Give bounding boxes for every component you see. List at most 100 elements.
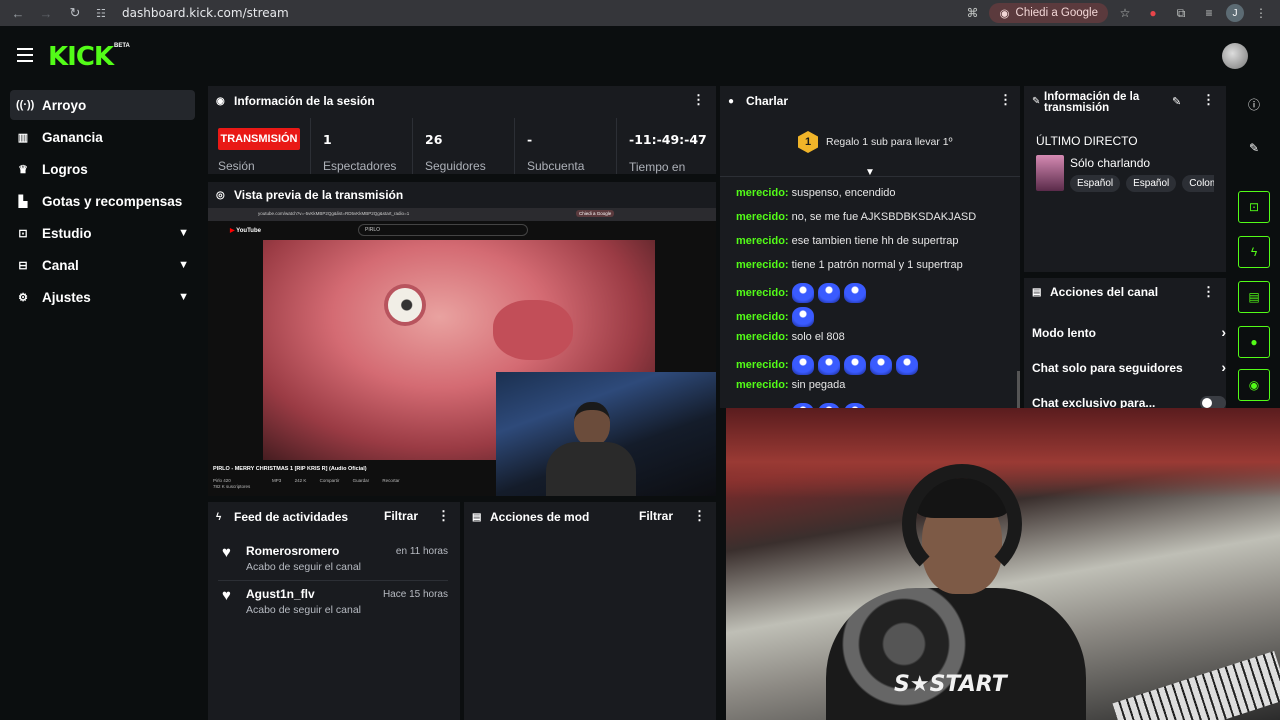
site-settings-icon[interactable]: ☷ bbox=[96, 7, 112, 20]
broadcast-icon[interactable]: ◉ bbox=[1238, 369, 1270, 401]
followers-value: 26 bbox=[425, 132, 443, 147]
url-text: dashboard.kick.com/stream bbox=[122, 6, 289, 20]
sidebar-item-label: Logros bbox=[42, 161, 88, 177]
edit-pencil-icon[interactable]: ✎ bbox=[1238, 132, 1270, 164]
feed-item-name[interactable]: Agust1n_flv bbox=[246, 587, 315, 601]
address-bar[interactable]: ☷ dashboard.kick.com/stream bbox=[96, 2, 936, 24]
hamburger-menu-icon[interactable] bbox=[17, 48, 33, 62]
lightning-icon: ϟ bbox=[216, 511, 222, 523]
chat-username[interactable]: merecido: bbox=[736, 235, 789, 247]
chat-message[interactable]: merecido: ese tambien tiene hh de supertr… bbox=[736, 235, 959, 247]
back-icon[interactable]: ← bbox=[5, 0, 31, 26]
chat-message[interactable]: merecido: bbox=[736, 283, 870, 303]
chat-bubble-icon[interactable]: ● bbox=[1238, 326, 1270, 358]
beta-badge: BETA bbox=[114, 43, 130, 49]
tag[interactable]: Español bbox=[1126, 175, 1177, 192]
embedded-browser-bar: youtube.com/watch?v=-5vKkMBP2Qg&list=RD5… bbox=[208, 208, 716, 221]
chat-message[interactable]: merecido: bbox=[736, 355, 922, 375]
session-info-title: ◉ Información de la sesión bbox=[216, 94, 375, 108]
user-avatar[interactable] bbox=[1222, 43, 1248, 69]
chat-username[interactable]: merecido: bbox=[736, 311, 789, 323]
ask-google-button[interactable]: ◉ Chiedi a Google bbox=[989, 3, 1108, 23]
subs-label: Subcuenta bbox=[527, 159, 585, 173]
chat-username[interactable]: merecido: bbox=[736, 287, 789, 299]
chat-emote bbox=[895, 355, 918, 375]
feed-item-name[interactable]: Romerosromero bbox=[246, 544, 339, 558]
media-icon[interactable]: ≡ bbox=[1198, 2, 1220, 24]
mod-actions-panel: ▤ Acciones de mod Filtrar ⋮ bbox=[464, 502, 716, 720]
chat-username[interactable]: merecido: bbox=[736, 359, 789, 371]
chevron-down-icon: ▼ bbox=[178, 291, 189, 303]
ask-google-label: Chiedi a Google bbox=[1015, 7, 1098, 19]
edit-pencil-icon[interactable]: ✎ bbox=[1172, 95, 1181, 108]
sub-gift-goal[interactable]: 1 Regalo 1 sub para llevar 1º bbox=[798, 131, 952, 153]
chat-message[interactable]: merecido: bbox=[736, 307, 818, 327]
slow-mode-label: Modo lento bbox=[1032, 326, 1096, 340]
followers-only-label: Chat solo para seguidores bbox=[1032, 361, 1183, 375]
chat-username[interactable]: merecido: bbox=[736, 259, 789, 271]
chat-username[interactable]: merecido: bbox=[736, 331, 789, 343]
more-options-icon[interactable]: ⋮ bbox=[437, 508, 450, 524]
sidebar-item-label: Ajustes bbox=[42, 289, 91, 305]
sidebar-item-ganancia[interactable]: ▥ Ganancia bbox=[10, 122, 195, 152]
more-options-icon[interactable]: ⋮ bbox=[693, 508, 706, 524]
mod-filter-button[interactable]: Filtrar bbox=[639, 509, 673, 523]
chat-message[interactable]: merecido: suspenso, encendido bbox=[736, 187, 896, 199]
chat-message[interactable]: merecido: tiene 1 patrón normal y 1 super… bbox=[736, 259, 963, 271]
chat-message[interactable]: merecido: sin pegada bbox=[736, 379, 845, 391]
followers-only-row[interactable]: Chat solo para seguidores › bbox=[1032, 359, 1226, 377]
sidebar-item-gotas[interactable]: ▙ Gotas y recompensas bbox=[10, 186, 195, 216]
exclusive-chat-row[interactable]: Chat exclusivo para... bbox=[1032, 396, 1226, 408]
forward-icon[interactable]: → bbox=[33, 0, 59, 26]
exclusive-chat-toggle[interactable] bbox=[1200, 396, 1226, 408]
camera-preview-icon[interactable]: ⊡ bbox=[1238, 191, 1270, 223]
chat-username[interactable]: merecido: bbox=[736, 211, 789, 223]
tag[interactable]: Colombia bbox=[1182, 175, 1214, 192]
bookmark-star-icon[interactable]: ☆ bbox=[1114, 2, 1136, 24]
chart-icon: ▥ bbox=[17, 131, 29, 144]
kick-logo[interactable]: KICK bbox=[48, 42, 114, 72]
chat-text: no, se me fue AJKSBDBKSDAKJASD bbox=[791, 211, 977, 223]
sidebar-item-ajustes[interactable]: ⚙ Ajustes ▼ bbox=[10, 282, 195, 312]
youtube-action: MP3 bbox=[272, 478, 282, 483]
feed-title-text: Feed de actividades bbox=[234, 510, 349, 524]
info-icon[interactable]: ⓘ bbox=[1238, 88, 1270, 120]
lightning-icon[interactable]: ϟ bbox=[1238, 236, 1270, 268]
chat-emote bbox=[843, 283, 866, 303]
extensions-icon[interactable]: ⧉ bbox=[1170, 2, 1192, 24]
tag[interactable]: Español bbox=[1070, 175, 1121, 192]
more-options-icon[interactable]: ⋮ bbox=[999, 92, 1012, 108]
translate-icon[interactable]: ⌘ bbox=[961, 2, 983, 24]
exclusive-chat-label: Chat exclusivo para... bbox=[1032, 396, 1156, 408]
stream-preview[interactable]: youtube.com/watch?v=-5vKkMBP2Qg&list=RD5… bbox=[208, 208, 716, 496]
chat-text: suspenso, encendido bbox=[791, 187, 896, 199]
reload-icon[interactable]: ↻ bbox=[62, 0, 88, 26]
extension-record-icon[interactable]: ● bbox=[1142, 2, 1164, 24]
uptime-label: Tiempo en vivo bbox=[629, 160, 686, 174]
sidebar-item-canal[interactable]: ⊟ Canal ▼ bbox=[10, 250, 195, 280]
dashboard-header: KICK BETA bbox=[0, 32, 1280, 80]
feed-filter-button[interactable]: Filtrar bbox=[384, 509, 418, 523]
chat-username[interactable]: merecido: bbox=[736, 379, 789, 391]
tag-list: Español Español Colombia bbox=[1070, 171, 1214, 193]
chat-username[interactable]: merecido: bbox=[736, 187, 789, 199]
menu-kebab-icon[interactable]: ⋮ bbox=[1250, 2, 1272, 24]
chat-scrollbar[interactable] bbox=[1017, 371, 1020, 408]
sidebar-item-arroyo[interactable]: ((·)) Arroyo bbox=[10, 90, 195, 120]
sidebar-item-estudio[interactable]: ⊡ Estudio ▼ bbox=[10, 218, 195, 248]
slow-mode-row[interactable]: Modo lento › bbox=[1032, 324, 1226, 342]
clipboard-icon[interactable]: ▤ bbox=[1238, 281, 1270, 313]
profile-avatar[interactable]: J bbox=[1226, 4, 1244, 22]
chat-title-text: Charlar bbox=[746, 94, 789, 108]
youtube-action: Recortar bbox=[382, 478, 400, 483]
more-options-icon[interactable]: ⋮ bbox=[1202, 284, 1215, 300]
youtube-action: Guardar bbox=[352, 478, 370, 483]
more-options-icon[interactable]: ⋮ bbox=[1202, 92, 1215, 108]
trophy-icon: ♛ bbox=[18, 163, 28, 176]
chat-message[interactable]: merecido: no, se me fue AJKSBDBKSDAKJASD bbox=[736, 211, 976, 223]
sidebar-item-logros[interactable]: ♛ Logros bbox=[10, 154, 195, 184]
chat-message[interactable]: merecido: solo el 808 bbox=[736, 331, 845, 343]
headset bbox=[902, 464, 1022, 584]
gift-badge: 1 bbox=[798, 131, 818, 153]
more-options-icon[interactable]: ⋮ bbox=[692, 92, 705, 108]
